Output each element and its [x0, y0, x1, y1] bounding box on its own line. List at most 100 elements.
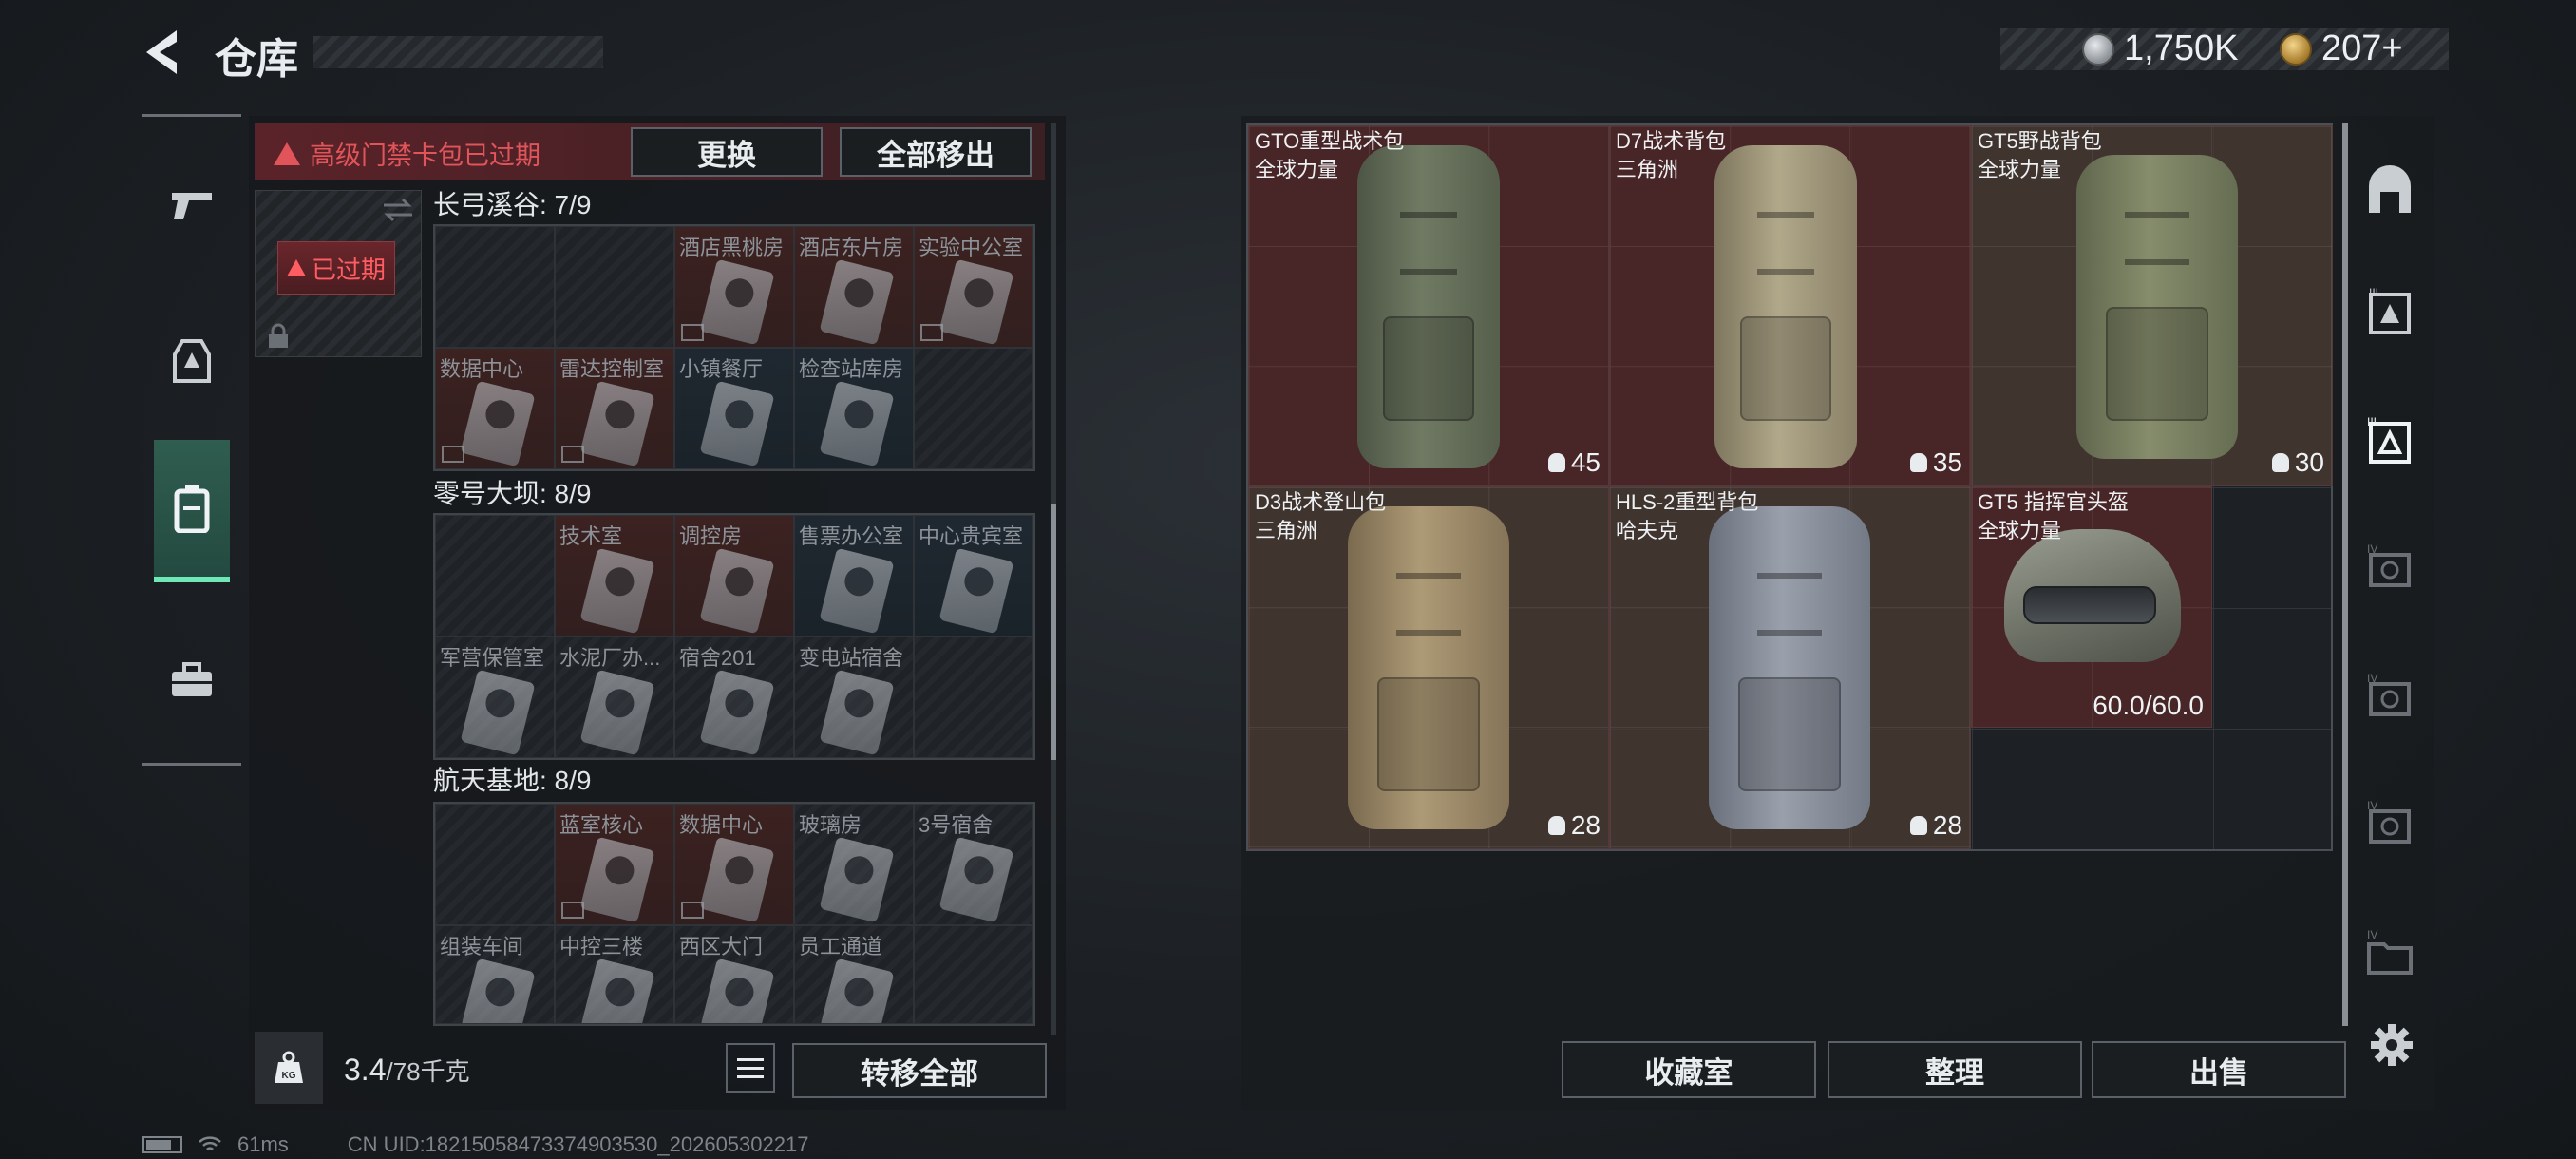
keycard-label: 西区大门	[679, 935, 764, 959]
keycard-label: 蓝室核心	[559, 813, 644, 837]
keycard-slot[interactable]: 组装车间	[435, 925, 555, 1024]
keycard-image	[699, 958, 775, 1023]
keycard-pack-iv-icon[interactable]: IV	[2363, 798, 2416, 851]
item-name: D7战术背包	[1616, 129, 1727, 153]
right-scrollbar[interactable]	[2342, 124, 2348, 1026]
capacity-icon	[1909, 453, 1927, 472]
keycard-slot[interactable]: 售票办公室	[794, 515, 914, 636]
keycard-image	[819, 547, 895, 635]
storage-room-icon[interactable]	[2363, 163, 2416, 217]
keycard-pack-icon[interactable]: III	[2363, 285, 2416, 338]
nav-toolbox[interactable]	[154, 609, 230, 751]
keycard-slot[interactable]: 西区大门	[674, 925, 794, 1024]
gold-currency[interactable]: 207+	[2280, 28, 2403, 69]
item-card[interactable]: D3战术登山包 三角洲 28	[1248, 486, 1609, 849]
back-button[interactable]	[139, 27, 186, 78]
list-view-button[interactable]	[726, 1043, 775, 1092]
unlinked-icon	[561, 902, 584, 919]
keycard-slot[interactable]: 玻璃房	[794, 804, 914, 925]
keycard-slot[interactable]: 宿舍201	[674, 636, 794, 758]
keycard-slot[interactable]: 中心贵宾室	[914, 515, 1033, 636]
item-capacity: 28	[1547, 810, 1601, 841]
item-card[interactable]: GT5野战背包 全球力量 30	[1971, 125, 2333, 486]
toolbox-icon	[172, 662, 212, 696]
item-card[interactable]: GTO重型战术包 全球力量 45	[1248, 125, 1609, 486]
keycard-slot[interactable]: 雷达控制室	[555, 348, 674, 469]
keycard-slot[interactable]: 军营保管室	[435, 636, 555, 758]
keycard-slot[interactable]: 酒店黑桃房	[674, 226, 794, 348]
keycard-slot[interactable]: 数据中心	[435, 348, 555, 469]
weight-icon: KG	[275, 1051, 303, 1083]
empty-keycard-slot[interactable]	[435, 515, 555, 636]
keycard-image	[819, 380, 895, 467]
keycard-slot[interactable]: 水泥厂办...	[555, 636, 674, 758]
keycard-slot[interactable]: 蓝室核心	[555, 804, 674, 925]
nav-backpack[interactable]	[154, 440, 230, 582]
empty-keycard-slot[interactable]	[914, 636, 1033, 758]
item-faction: 三角洲	[1255, 519, 1318, 542]
unlinked-icon	[920, 324, 943, 341]
keycard-pack-selected-icon[interactable]: III	[2363, 414, 2416, 467]
item-card[interactable]: HLS-2重型背包 哈夫克 28	[1609, 486, 1971, 849]
keycard-label: 检查站库房	[799, 357, 904, 381]
keycard-label: 变电站宿舍	[799, 646, 904, 670]
keycard-image	[699, 380, 775, 467]
capacity-icon	[1547, 453, 1565, 472]
settings-gear-icon[interactable]	[2369, 1022, 2415, 1068]
item-card[interactable]: D7战术背包 三角洲 35	[1609, 125, 1971, 486]
empty-keycard-slot[interactable]	[435, 226, 555, 348]
empty-keycard-slot[interactable]	[914, 348, 1033, 469]
keycard-pack-iv-icon[interactable]: IV	[2363, 542, 2416, 595]
keycard-slot[interactable]: 中控三楼	[555, 925, 674, 1024]
svg-text:III: III	[2369, 286, 2378, 299]
silver-coin-icon	[2082, 32, 2114, 66]
empty-keycard-slot[interactable]	[555, 226, 674, 348]
left-scroll-thumb[interactable]	[1051, 504, 1056, 760]
collection-room-button[interactable]: 收藏室	[1562, 1041, 1816, 1098]
item-durability: 60.0/60.0	[2093, 691, 2204, 720]
keycard-slot[interactable]: 技术室	[555, 515, 674, 636]
empty-keycard-slot[interactable]	[435, 804, 555, 925]
weight-button[interactable]: KG	[255, 1032, 323, 1104]
backpack-image	[1709, 506, 1870, 829]
keycard-slot[interactable]: 数据中心	[674, 804, 794, 925]
transfer-all-button[interactable]: 转移全部	[792, 1043, 1047, 1098]
keycard-grid: 技术室 调控房 售票办公室 中心贵宾室军营保管室 水泥厂办... 宿舍201 变电站宿舍	[433, 513, 1035, 760]
lock-icon	[269, 323, 288, 348]
keycard-slot[interactable]: 实验中公室	[914, 226, 1033, 348]
nav-armor[interactable]	[154, 290, 230, 432]
folder-iv-icon[interactable]: IV	[2363, 927, 2416, 980]
svg-text:III: III	[2367, 415, 2377, 428]
capacity-icon	[1909, 816, 1927, 835]
page-title: 仓库	[215, 36, 298, 83]
keycard-label: 雷达控制室	[559, 357, 665, 381]
sell-button[interactable]: 出售	[2092, 1041, 2346, 1098]
keycard-slot[interactable]: 小镇餐厅	[674, 348, 794, 469]
keycard-image	[819, 836, 895, 923]
backpack-image	[1357, 145, 1500, 468]
keycard-image	[938, 547, 1014, 635]
keycard-slot[interactable]: 变电站宿舍	[794, 636, 914, 758]
keycard-slot[interactable]: 员工通道	[794, 925, 914, 1024]
organize-button[interactable]: 整理	[1828, 1041, 2082, 1098]
nav-weapon[interactable]	[154, 134, 230, 276]
replace-button[interactable]: 更换	[631, 127, 823, 177]
keycard-image	[699, 669, 775, 756]
expired-label: 已过期	[311, 255, 386, 284]
item-card[interactable]: GT5 指挥官头盔 全球力量 60.0/60.0	[1971, 486, 2212, 728]
backpack-image	[1348, 506, 1509, 829]
keycard-slot[interactable]: 检查站库房	[794, 348, 914, 469]
keycard-slot[interactable]: 调控房	[674, 515, 794, 636]
status-footer: 61ms CN UID:18215058473374903530_2026053…	[142, 1132, 808, 1157]
keycard-slot[interactable]: 3号宿舍	[914, 804, 1033, 925]
swap-icon[interactable]	[382, 196, 414, 224]
keycard-slot[interactable]: 酒店东片房	[794, 226, 914, 348]
keycard-pack-iv-icon[interactable]: IV	[2363, 671, 2416, 724]
capacity-value: 35	[1932, 447, 1962, 477]
keycard-label: 3号宿舍	[919, 813, 994, 837]
keycard-grid: 蓝室核心 数据中心 玻璃房 3号宿舍组装车间 中控三楼 西区大门 员工通道	[433, 802, 1035, 1026]
remove-all-button[interactable]: 全部移出	[840, 127, 1032, 177]
empty-keycard-slot[interactable]	[914, 925, 1033, 1024]
keycard-label: 技术室	[559, 524, 623, 548]
keycard-image	[460, 380, 536, 467]
